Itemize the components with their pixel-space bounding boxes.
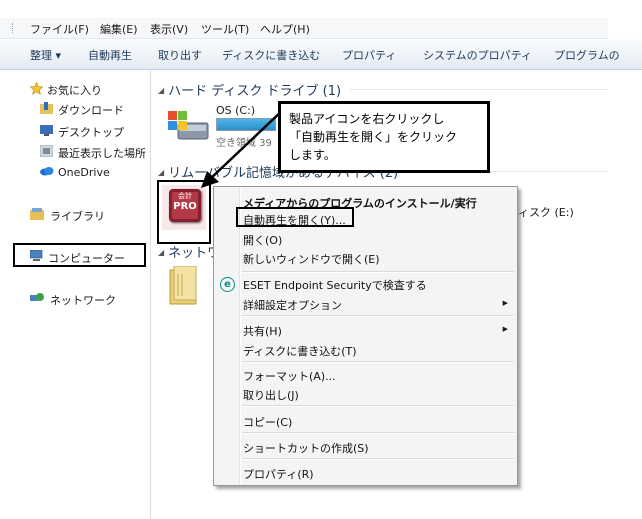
nav-favorites[interactable]: お気に入り xyxy=(47,82,102,98)
desktop-icon xyxy=(40,125,53,136)
menu-item-copy[interactable]: コピー(C) xyxy=(243,414,292,430)
menu-grip xyxy=(12,23,15,33)
menu-separator xyxy=(242,315,514,317)
submenu-arrow-icon: ▶ xyxy=(502,325,508,333)
navigation-pane: お気に入り ダウンロード デスクトップ 最近表示した場所 OneDrive ライ… xyxy=(0,70,151,519)
menu-separator xyxy=(242,458,514,460)
menu-item-open[interactable]: 開く(O) xyxy=(243,232,282,248)
callout-line-2: 「自動再生を開く」をクリック xyxy=(289,130,458,144)
properties-button[interactable]: プロパティ xyxy=(342,47,396,63)
command-bar: 整理 ▾ 自動再生 取り出す ディスクに書き込む プロパティ システムのプロパテ… xyxy=(0,39,642,70)
menu-help[interactable]: ヘルプ(H) xyxy=(260,21,310,37)
nav-onedrive[interactable]: OneDrive xyxy=(58,166,110,179)
menu-tools[interactable]: ツール(T) xyxy=(201,21,249,37)
download-folder-icon xyxy=(40,102,53,114)
menu-separator xyxy=(242,271,514,273)
star-icon xyxy=(30,82,43,95)
nav-desktop[interactable]: デスクトップ xyxy=(58,124,124,140)
menu-item-format[interactable]: フォーマット(A)... xyxy=(243,368,336,384)
menu-file[interactable]: ファイル(F) xyxy=(30,21,89,37)
network-folder-icon[interactable] xyxy=(168,266,202,306)
callout-line-1: 製品アイコンを右クリックし xyxy=(289,112,445,126)
group-hard-disk-label: ハード ディスク ドライブ (1) xyxy=(168,84,342,99)
nav-recent[interactable]: 最近表示した場所 xyxy=(58,145,146,161)
nav-network[interactable]: ネットワーク xyxy=(50,292,116,308)
menu-edit[interactable]: 編集(E) xyxy=(100,21,138,37)
menu-item-properties[interactable]: プロパティ(R) xyxy=(243,466,314,482)
menu-item-shortcut[interactable]: ショートカットの作成(S) xyxy=(243,440,369,456)
nav-libraries[interactable]: ライブラリ xyxy=(50,208,105,224)
menu-item-burn[interactable]: ディスクに書き込む(T) xyxy=(243,343,357,359)
highlight-autoplay-open xyxy=(236,207,354,227)
organize-button[interactable]: 整理 ▾ xyxy=(30,47,61,63)
menu-bar: ファイル(F) 編集(E) 表示(V) ツール(T) ヘルプ(H) xyxy=(0,18,608,39)
nav-downloads[interactable]: ダウンロード xyxy=(58,102,124,118)
recent-places-icon xyxy=(40,145,53,157)
group-divider xyxy=(350,89,608,90)
menu-item-open-new-window[interactable]: 新しいウィンドウで開く(E) xyxy=(243,251,380,267)
menu-item-eset-scan[interactable]: ESET Endpoint Securityで検査する xyxy=(243,277,427,293)
group-hard-disk: ◢ ハード ディスク ドライブ (1) xyxy=(158,84,342,99)
menu-item-advanced[interactable]: 詳細設定オプション xyxy=(243,297,342,313)
menu-item-eject[interactable]: 取り出し(J) xyxy=(243,387,299,403)
highlight-computer xyxy=(13,243,146,267)
burn-button[interactable]: ディスクに書き込む xyxy=(222,47,320,63)
menu-item-share[interactable]: 共有(H) xyxy=(243,323,282,339)
callout-box: 製品アイコンを右クリックし 「自動再生を開く」をクリック します。 xyxy=(278,101,490,173)
autoplay-button[interactable]: 自動再生 xyxy=(88,47,132,63)
menu-separator xyxy=(242,361,514,363)
library-icon xyxy=(30,208,44,220)
drive-e-label[interactable]: ィスク (E:) xyxy=(518,204,574,220)
eject-button[interactable]: 取り出す xyxy=(158,47,202,63)
onedrive-cloud-icon xyxy=(40,167,54,176)
system-properties-button[interactable]: システムのプロパティ xyxy=(423,47,532,63)
network-icon xyxy=(30,293,44,301)
context-menu: メディアからのプログラムのインストール/実行 自動再生を開く(Y)... 開く(… xyxy=(213,186,518,486)
menu-separator xyxy=(242,405,514,407)
menu-gutter xyxy=(239,189,241,483)
submenu-arrow-icon: ▶ xyxy=(502,299,508,307)
callout-line-3: します。 xyxy=(289,148,336,162)
eset-icon: e xyxy=(220,277,235,292)
menu-separator xyxy=(242,432,514,434)
programs-button[interactable]: プログラムの xyxy=(554,47,620,63)
menu-view[interactable]: 表示(V) xyxy=(150,21,188,37)
